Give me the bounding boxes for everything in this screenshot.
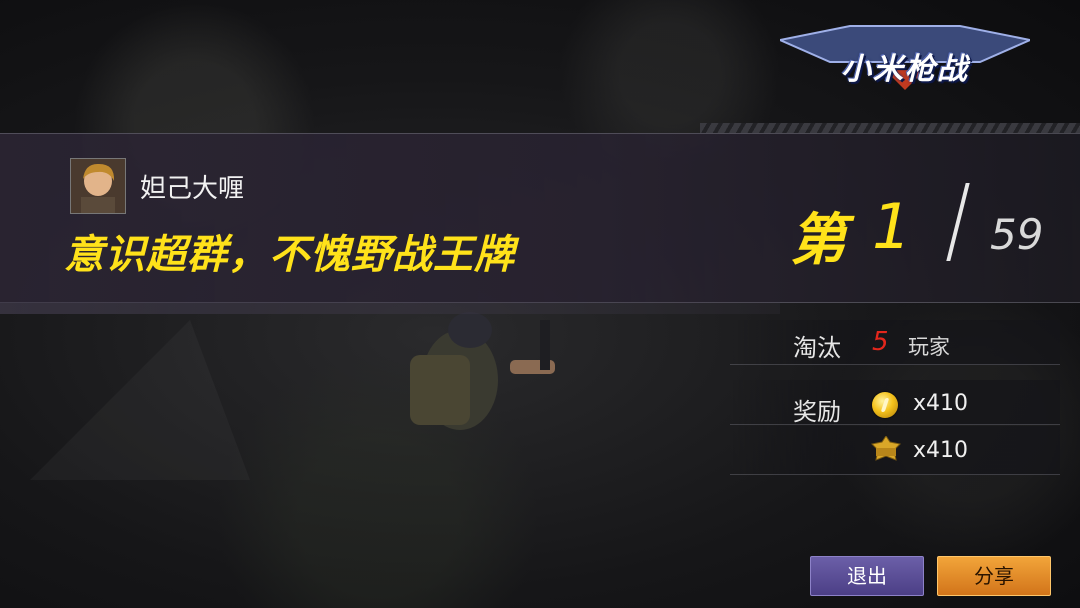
game-logo-text: 小米枪战 <box>841 52 969 87</box>
banner-edge-bottom <box>0 302 780 314</box>
player-avatar <box>70 158 126 214</box>
banner-edge-top <box>700 123 1080 133</box>
kills-label: 淘汰 <box>793 334 841 362</box>
reward-label: 奖励 <box>793 398 841 426</box>
total-players: 59 <box>990 210 1044 259</box>
background-shard <box>30 320 250 480</box>
share-button[interactable]: 分享 <box>937 556 1051 596</box>
game-logo: 小米枪战 <box>776 22 1034 94</box>
rank-number: 1 <box>872 190 912 263</box>
coin-icon <box>872 392 898 418</box>
kills-value: 5 <box>872 327 889 357</box>
exp-reward-value: x410 <box>913 438 969 463</box>
result-slogan: 意识超群，不愧野战王牌 <box>64 232 515 278</box>
kills-row <box>730 320 1060 365</box>
rank-prefix: 第 <box>790 208 846 273</box>
exp-badge-icon <box>870 436 902 461</box>
kills-unit: 玩家 <box>908 335 950 359</box>
exit-button[interactable]: 退出 <box>810 556 924 596</box>
soldier-figure <box>410 312 555 430</box>
player-name: 妲己大喱 <box>140 174 245 204</box>
coin-reward-value: x410 <box>913 391 969 416</box>
